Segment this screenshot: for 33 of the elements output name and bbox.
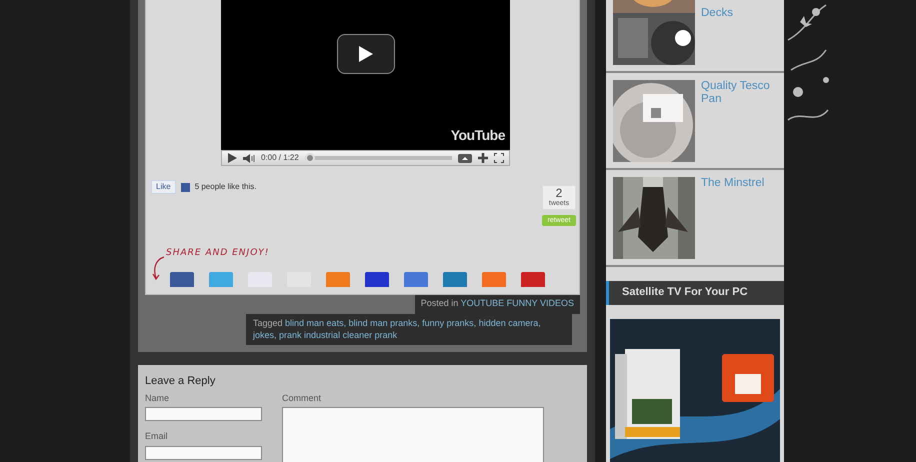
facebook-icon (180, 182, 190, 192)
tag-link[interactable]: hidden camera, (478, 318, 541, 328)
tag-link[interactable]: blind man pranks, (348, 318, 420, 328)
input-field[interactable] (145, 446, 262, 460)
like-button[interactable]: Like (151, 180, 176, 194)
widget-title: Satellite TV For Your PC (606, 281, 784, 304)
like-count-text: 5 people like this. (194, 181, 257, 193)
input-field[interactable] (145, 407, 262, 422)
fullscreen-icon[interactable] (494, 153, 504, 163)
plus-icon[interactable] (478, 153, 488, 163)
field-label: Comment (282, 392, 322, 405)
field-label: Email (145, 430, 169, 444)
tag-link[interactable]: funny pranks, (422, 318, 476, 328)
progress-thumb[interactable] (304, 153, 315, 163)
curved-arrow-icon (152, 255, 166, 281)
field-label: Name (145, 392, 170, 405)
volume-icon[interactable] (243, 154, 255, 162)
play-icon (358, 45, 374, 63)
eject-icon[interactable] (458, 154, 472, 162)
progress-track[interactable] (304, 153, 452, 163)
category-link[interactable]: YOUTUBE FUNNY VIDEOS (460, 298, 574, 308)
posted-in-text: Posted in YOUTUBE FUNNY VIDEOS (414, 295, 580, 314)
share-heading: SHARE AND ENJOY! (166, 247, 270, 260)
play-icon[interactable] (227, 153, 237, 163)
tweet-count: 2 (554, 187, 564, 200)
tag-link[interactable]: blind man eats, (285, 318, 346, 328)
tags-text: Tagged blind man eats, blind man pranks, funny pranks, hidden camera, jokes, prank industrial cleaner prank (246, 314, 572, 345)
tag-link[interactable]: jokes, (253, 330, 277, 340)
reply-heading: Leave a Reply (145, 374, 216, 388)
youtube-logo: YouTube (450, 126, 505, 145)
time-display: 0:00 / 1:22 (261, 152, 299, 164)
play-button[interactable] (336, 34, 394, 74)
tag-link[interactable]: prank industrial cleaner prank (279, 330, 398, 340)
